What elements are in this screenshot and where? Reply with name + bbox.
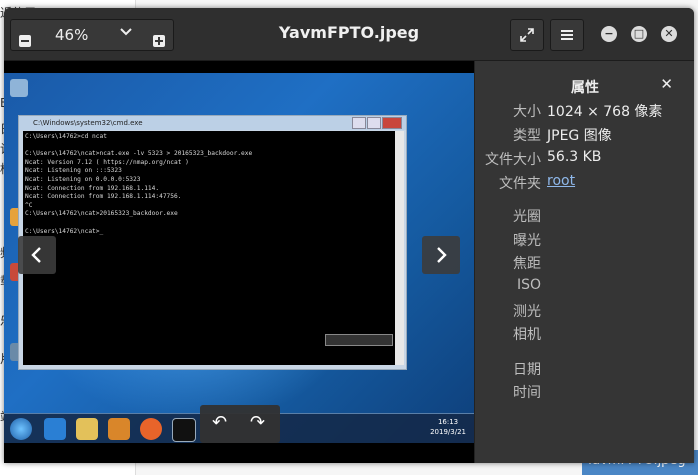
image-viewer-window: 46% YavmFPTO.jpeg − □ ✕ C:\Windows\syste… bbox=[4, 8, 694, 463]
property-row-time: 时间 bbox=[475, 382, 694, 402]
property-value: JPEG 图像 bbox=[547, 128, 612, 144]
property-row-metering: 测光 bbox=[475, 301, 694, 321]
close-icon: ✕ bbox=[664, 27, 674, 40]
cmd-output: C:\Users\14762>cd ncat C:\Users\14762\nc… bbox=[23, 131, 395, 365]
property-key: 光圈 bbox=[513, 209, 541, 225]
property-key: 日期 bbox=[513, 362, 541, 378]
ie-icon bbox=[44, 418, 66, 440]
folder-link[interactable]: root bbox=[547, 173, 575, 189]
properties-panel: 属性 ✕ 大小 1024 × 768 像素 类型 JPEG 图像 文件大小 56.3 … bbox=[474, 61, 694, 463]
property-row-size: 大小 1024 × 768 像素 bbox=[475, 101, 694, 121]
property-row-type: 类型 JPEG 图像 bbox=[475, 125, 694, 145]
screenshot-desktop: C:\Windows\system32\cmd.exe C:\Users\147… bbox=[4, 73, 474, 443]
image-canvas[interactable]: C:\Windows\system32\cmd.exe C:\Users\147… bbox=[4, 61, 474, 463]
media-player-icon bbox=[108, 418, 130, 440]
start-orb-icon bbox=[10, 418, 32, 440]
desktop-recycle-bin-icon bbox=[10, 79, 28, 97]
property-key: 类型 bbox=[513, 128, 541, 144]
rotate-right-icon[interactable]: ↷ bbox=[250, 412, 265, 433]
property-row-date: 日期 bbox=[475, 359, 694, 379]
minimize-button[interactable]: − bbox=[601, 26, 617, 42]
properties-close-icon[interactable]: ✕ bbox=[660, 75, 673, 93]
ime-bar bbox=[325, 334, 393, 346]
property-key: 文件大小 bbox=[485, 152, 541, 168]
property-row-aperture: 光圈 bbox=[475, 206, 694, 226]
property-row-filesize: 文件大小 56.3 KB bbox=[475, 149, 694, 169]
explorer-icon bbox=[76, 418, 98, 440]
clock-time: 16:13 bbox=[437, 418, 459, 426]
property-row-folder: 文件夹 root bbox=[475, 173, 694, 193]
cmd-title-bar: C:\Windows\system32\cmd.exe bbox=[19, 116, 406, 130]
menu-button[interactable] bbox=[550, 19, 584, 51]
next-image-button[interactable] bbox=[422, 236, 460, 274]
property-key: 文件夹 bbox=[499, 176, 541, 192]
maximize-icon: □ bbox=[633, 27, 645, 40]
property-row-focal-length: 焦距 bbox=[475, 253, 694, 273]
cmd-window: C:\Windows\system32\cmd.exe C:\Users\147… bbox=[18, 115, 407, 370]
property-key: ISO bbox=[516, 277, 541, 293]
rotate-controls: ↶ ↷ bbox=[200, 405, 280, 443]
firefox-icon bbox=[140, 418, 162, 440]
fullscreen-button[interactable] bbox=[510, 19, 544, 51]
chevron-left-icon bbox=[31, 247, 41, 263]
property-key: 相机 bbox=[513, 327, 541, 343]
cmd-taskbar-icon bbox=[172, 418, 196, 442]
clock: 16:13 2019/3/21 bbox=[430, 417, 466, 437]
previous-image-button[interactable] bbox=[18, 236, 56, 274]
property-key: 测光 bbox=[513, 304, 541, 320]
property-key: 时间 bbox=[513, 385, 541, 401]
chevron-right-icon bbox=[437, 247, 447, 263]
rotate-left-icon[interactable]: ↶ bbox=[212, 412, 227, 433]
property-value: 56.3 KB bbox=[547, 149, 602, 165]
clock-date: 2019/3/21 bbox=[430, 428, 466, 436]
window-title: YavmFPTO.jpeg bbox=[278, 23, 420, 42]
system-tray bbox=[354, 423, 404, 433]
minimize-icon: − bbox=[604, 27, 614, 40]
hamburger-menu-icon bbox=[561, 30, 573, 40]
property-key: 大小 bbox=[513, 104, 541, 120]
fullscreen-icon bbox=[520, 28, 534, 42]
maximize-button[interactable]: □ bbox=[631, 26, 647, 42]
close-button[interactable]: ✕ bbox=[661, 26, 677, 42]
property-row-exposure: 曝光 bbox=[475, 230, 694, 250]
cmd-scrollbar bbox=[395, 131, 404, 365]
cmd-title: C:\Windows\system32\cmd.exe bbox=[33, 119, 143, 127]
property-row-iso: ISO bbox=[475, 277, 694, 297]
header-bar: 46% YavmFPTO.jpeg − □ ✕ bbox=[4, 8, 694, 61]
property-key: 焦距 bbox=[513, 256, 541, 272]
property-key: 曝光 bbox=[513, 233, 541, 249]
property-row-camera: 相机 bbox=[475, 324, 694, 344]
property-value: 1024 × 768 像素 bbox=[547, 104, 663, 120]
